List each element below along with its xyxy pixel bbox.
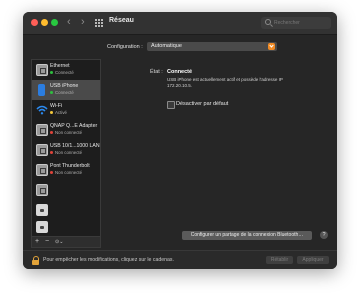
configuration-value: Automatique <box>151 43 182 49</box>
add-service-button[interactable]: + <box>35 237 39 247</box>
status-text: Connecté <box>55 90 74 95</box>
status-text: Non connecté <box>55 150 83 155</box>
title-bar: ‹ › Réseau <box>23 12 337 35</box>
grid-icon[interactable] <box>95 19 103 27</box>
sidebar-item-label: Pont Thunderbolt <box>50 163 90 169</box>
disable-default-label: Désactiver par défaut <box>176 101 229 107</box>
disable-default-checkbox[interactable] <box>167 101 175 109</box>
status-text: Connecté <box>55 70 74 75</box>
sidebar-item-label: USB 10/1...1000 LAN <box>50 143 100 149</box>
remove-service-button[interactable]: − <box>45 237 49 247</box>
sidebar-item-unnamed[interactable] <box>32 217 100 237</box>
sidebar-item-usb-lan[interactable]: USB 10/1...1000 LAN Non connecté <box>32 140 100 160</box>
sidebar-item-status: Non connecté <box>50 170 82 175</box>
ethernet-icon <box>36 144 48 156</box>
sidebar-item-status: Activé <box>50 110 67 115</box>
sidebar-item-status: Non connecté <box>50 150 82 155</box>
minimize-button[interactable] <box>41 19 48 26</box>
window-title: Réseau <box>109 17 134 24</box>
status-text: Non connecté <box>55 170 83 175</box>
ethernet-icon <box>36 124 48 136</box>
sidebar-item-status: Connecté <box>50 90 74 95</box>
status-dot-icon <box>50 111 53 115</box>
status-label: État : <box>150 69 163 75</box>
ethernet-icon <box>36 64 48 76</box>
more-options-button[interactable]: ⊙⌄ <box>55 237 63 247</box>
sidebar-item-label: Ethernet <box>50 63 70 69</box>
search-field[interactable] <box>261 17 331 29</box>
status-dot-icon <box>50 91 53 95</box>
help-button[interactable]: ? <box>320 231 328 239</box>
sidebar-item-label: Wi-Fi <box>50 103 63 109</box>
status-dot-icon <box>50 131 53 135</box>
sidebar-item-label: QNAP Q...E Adapter <box>50 123 98 129</box>
sidebar-item-status: Non connecté <box>50 130 82 135</box>
close-button[interactable] <box>31 19 38 26</box>
configuration-label: Configuration : <box>107 44 143 50</box>
services-sidebar: Ethernet Connecté USB iPhone Connecté Wi… <box>31 59 101 237</box>
back-button[interactable]: ‹ <box>67 16 71 29</box>
apply-button[interactable]: Appliquer <box>297 256 329 264</box>
status-value: Connecté <box>167 69 193 75</box>
sidebar-item-usb-iphone[interactable]: USB iPhone Connecté <box>32 80 100 100</box>
configuration-select[interactable]: Automatique <box>147 42 277 51</box>
wifi-icon <box>36 105 48 115</box>
vpn-icon <box>36 204 48 216</box>
sidebar-item-label: USB iPhone <box>50 83 79 89</box>
bluetooth-sharing-button[interactable]: Configurer un partage de la connexion Bl… <box>182 231 312 240</box>
status-dot-icon <box>50 151 53 155</box>
sidebar-footer: + − ⊙⌄ <box>31 236 101 248</box>
sidebar-item-status: Connecté <box>50 70 74 75</box>
lock-icon[interactable] <box>32 256 39 265</box>
window-footer: Pour empêcher les modifications, cliquez… <box>23 250 337 269</box>
status-description: USB iPhone est actuellement actif et pos… <box>167 77 283 88</box>
status-text: Non connecté <box>55 130 83 135</box>
network-window: ‹ › Réseau Configuration : Automatique E… <box>23 12 337 269</box>
revert-button[interactable]: Rétablir <box>266 256 293 264</box>
ethernet-icon <box>36 164 48 176</box>
status-dot-icon <box>50 71 53 75</box>
search-input[interactable] <box>274 18 329 28</box>
sidebar-item-wifi[interactable]: Wi-Fi Activé <box>32 100 100 120</box>
status-dot-icon <box>50 171 53 175</box>
lock-message: Pour empêcher les modifications, cliquez… <box>43 257 174 263</box>
sidebar-item-ethernet[interactable]: Ethernet Connecté <box>32 60 100 80</box>
search-icon <box>265 19 271 25</box>
ethernet-icon <box>36 184 48 196</box>
sidebar-item-unnamed[interactable] <box>32 180 100 200</box>
status-text: Activé <box>55 110 67 115</box>
zoom-button[interactable] <box>51 19 58 26</box>
sidebar-item-thunderbolt[interactable]: Pont Thunderbolt Non connecté <box>32 160 100 180</box>
vpn-icon <box>36 221 48 233</box>
chevron-down-icon <box>268 43 275 50</box>
forward-button[interactable]: › <box>81 16 85 29</box>
sidebar-item-qnap[interactable]: QNAP Q...E Adapter Non connecté <box>32 120 100 140</box>
iphone-icon <box>38 84 45 96</box>
